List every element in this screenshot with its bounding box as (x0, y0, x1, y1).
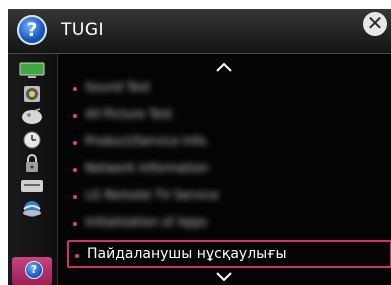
time-icon[interactable] (19, 131, 45, 149)
sound-icon[interactable] (19, 85, 45, 103)
chevron-up-icon[interactable] (214, 59, 234, 73)
list-item-label: All Picture Test (85, 107, 173, 121)
close-icon[interactable]: ✕ (363, 12, 387, 36)
list-item[interactable]: Sound Test (58, 75, 391, 102)
network-icon[interactable] (19, 200, 45, 218)
channel-icon[interactable] (19, 108, 45, 126)
list-item[interactable]: Network Information (58, 156, 391, 183)
list-item[interactable]: Initialization of Apps (58, 210, 391, 237)
bullet-icon (73, 141, 77, 145)
list-item-label: Network Information (85, 161, 209, 175)
bullet-icon (73, 195, 77, 199)
chevron-down-icon[interactable] (214, 268, 234, 282)
list-item-label: LG Remote TV Service (85, 188, 219, 202)
list-item[interactable]: All Picture Test (58, 102, 391, 129)
list-item[interactable]: LG Remote TV Service (58, 183, 391, 210)
picture-icon[interactable] (19, 62, 45, 80)
page-title: TUGI (61, 20, 105, 40)
list-item-label: Sound Test (85, 80, 151, 94)
lock-icon[interactable] (19, 154, 45, 172)
bullet-icon (73, 87, 77, 91)
support-window: ? TUGI ✕ ? Sound Test All Picture Test P… (8, 9, 391, 285)
option-icon[interactable] (19, 177, 45, 195)
bullet-icon (75, 254, 79, 258)
sidebar-item-help[interactable]: ? (12, 257, 52, 285)
settings-sidebar: ? (8, 54, 58, 285)
help-icon: ? (25, 261, 43, 279)
list-item-label: Initialization of Apps (85, 215, 208, 229)
bullet-icon (73, 168, 77, 172)
bullet-icon (73, 114, 77, 118)
title-bar: ? TUGI ✕ (8, 9, 391, 54)
help-icon: ? (17, 15, 47, 45)
list-item-label: Product/Service Info. (85, 134, 210, 148)
list-item-label: Пайдаланушы нұсқаулығы (87, 246, 287, 262)
list-item[interactable]: Product/Service Info. (58, 129, 391, 156)
list-item-user-guide[interactable]: Пайдаланушы нұсқаулығы (67, 240, 391, 268)
bullet-icon (73, 222, 77, 226)
support-menu-list: Sound Test All Picture Test Product/Serv… (58, 54, 391, 285)
